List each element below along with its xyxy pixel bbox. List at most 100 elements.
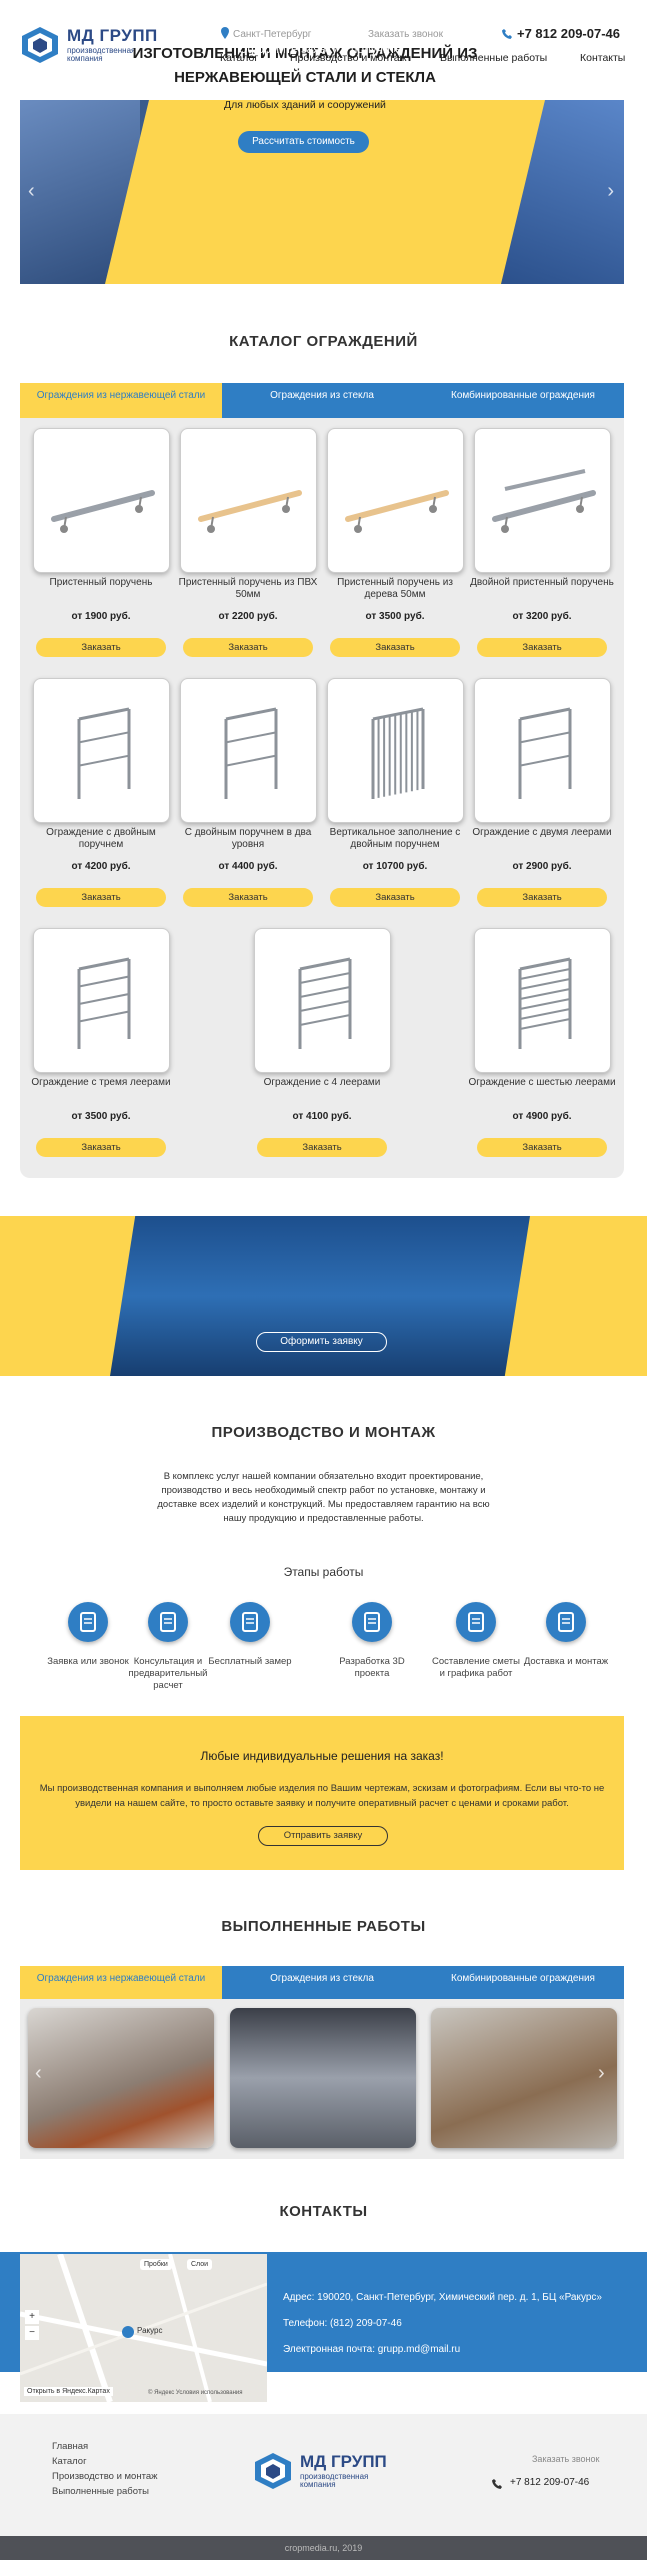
- contact-address: Адрес: 190020, Санкт-Петербург, Химическ…: [283, 2292, 602, 2303]
- slider-prev-icon[interactable]: ‹: [28, 180, 35, 203]
- product-image[interactable]: [474, 678, 611, 823]
- catalog-title: КАТАЛОГ ОГРАЖДЕНИЙ: [229, 333, 418, 350]
- product-image[interactable]: [327, 678, 464, 823]
- slider-next-icon[interactable]: ›: [607, 180, 614, 203]
- product-image[interactable]: [327, 428, 464, 573]
- order-button[interactable]: Заказать: [183, 888, 313, 907]
- map-zoom-out-button[interactable]: −: [25, 2326, 39, 2340]
- calculate-button[interactable]: Рассчитать стоимость: [238, 131, 369, 153]
- cta-text: Оформите заявку и получите бесплатный пр…: [222, 42, 418, 94]
- nav-item-contacts[interactable]: Контакты: [580, 52, 625, 64]
- product-name: Ограждение с 4 леерами: [263, 1077, 381, 1088]
- product-image[interactable]: [474, 428, 611, 573]
- send-request-button[interactable]: Отправить заявку: [258, 1826, 388, 1846]
- stages-title: Этапы работы: [283, 1565, 364, 1579]
- stage-label: Разработка 3D проекта: [339, 1656, 405, 1679]
- order-button[interactable]: Заказать: [36, 638, 166, 657]
- map-traffic-button[interactable]: Пробки: [140, 2259, 172, 2270]
- product-image[interactable]: [33, 428, 170, 573]
- footer-phone[interactable]: +7 812 209-07-46: [510, 2477, 589, 2488]
- cta-banner: [0, 1216, 647, 1376]
- product-image[interactable]: [180, 428, 317, 573]
- cta-photo: [110, 1216, 530, 1376]
- tab-combined[interactable]: Комбинированные ограждения: [422, 383, 624, 418]
- stage-icon: [456, 1602, 496, 1642]
- order-button[interactable]: Заказать: [36, 888, 166, 907]
- city-label: Санкт-Петербург: [233, 29, 312, 40]
- stage-icon: [148, 1602, 188, 1642]
- footer-phone-icon: [492, 2479, 502, 2489]
- work-photo-2[interactable]: [230, 2008, 416, 2148]
- product-image[interactable]: [474, 928, 611, 1073]
- product-image[interactable]: [180, 678, 317, 823]
- order-request-button[interactable]: Оформить заявку: [256, 1332, 387, 1352]
- work-photo-3[interactable]: [431, 2008, 617, 2148]
- product-image[interactable]: [33, 928, 170, 1073]
- contacts-title: КОНТАКТЫ: [279, 2203, 368, 2220]
- product-price: от 3200 руб.: [512, 611, 572, 622]
- phone-icon: [502, 29, 512, 39]
- stage-icon: [352, 1602, 392, 1642]
- hero-slider: ‹ ›: [20, 100, 624, 284]
- footer-logo-subtitle: производственная компания: [300, 2472, 369, 2489]
- product-image[interactable]: [33, 678, 170, 823]
- product-name: Пристенный поручень из ПВХ 50мм: [178, 577, 318, 600]
- product-name: Вертикальное заполнение с двойным поручн…: [329, 827, 461, 850]
- works-title: ВЫПОЛНЕННЫЕ РАБОТЫ: [221, 1918, 426, 1935]
- order-button[interactable]: Заказать: [36, 1138, 166, 1157]
- production-title: ПРОИЗВОДСТВО И МОНТАЖ: [211, 1424, 436, 1441]
- stage-label: Консультация и предварительный расчет: [128, 1656, 208, 1691]
- footer-callback-link[interactable]: Заказать звонок: [532, 2454, 599, 2464]
- tab-steel[interactable]: Ограждения из нержавеющей стали: [20, 383, 222, 418]
- stage-icon: [230, 1602, 270, 1642]
- offer-title: Любые индивидуальные решения на заказ!: [200, 1749, 444, 1763]
- order-button[interactable]: Заказать: [257, 1138, 387, 1157]
- map-place-label: Ракурс: [137, 2326, 163, 2335]
- map-terms[interactable]: © Яндекс Условия использования: [148, 2390, 243, 2396]
- hero-subtitle: Для любых зданий и сооружений: [224, 99, 386, 111]
- order-button[interactable]: Заказать: [330, 638, 460, 657]
- product-name: С двойным поручнем в два уровня: [184, 827, 312, 850]
- footer-logo-title[interactable]: МД ГРУПП: [300, 2452, 387, 2472]
- footer-logo-icon[interactable]: [253, 2451, 293, 2491]
- works-tab-steel[interactable]: Ограждения из нержавеющей стали: [20, 1966, 222, 1999]
- order-button[interactable]: Заказать: [330, 888, 460, 907]
- work-photo-1[interactable]: [28, 2008, 214, 2148]
- contact-phone[interactable]: Телефон: (812) 209-07-46: [283, 2318, 402, 2329]
- footer-link-catalog[interactable]: Каталог: [52, 2456, 87, 2467]
- order-button[interactable]: Заказать: [477, 888, 607, 907]
- product-price: от 10700 руб.: [362, 861, 428, 872]
- product-image[interactable]: [254, 928, 391, 1073]
- logo-icon[interactable]: [20, 25, 60, 65]
- yandex-map[interactable]: Ракурс Пробки Слои + − Открыть в Яндекс.…: [20, 2254, 267, 2402]
- stage-label: Бесплатный замер: [208, 1656, 292, 1667]
- product-price: от 4200 руб.: [71, 861, 131, 872]
- order-button[interactable]: Заказать: [183, 638, 313, 657]
- offer-text: Мы производственная компания и выполняем…: [39, 1783, 605, 1809]
- product-name: Пристенный поручень из дерева 50мм: [337, 577, 453, 600]
- works-prev-icon[interactable]: ‹: [35, 2062, 42, 2085]
- map-open-link[interactable]: Открыть в Яндекс.Картах: [24, 2387, 113, 2396]
- product-price: от 3500 руб.: [71, 1111, 131, 1122]
- product-price: от 4100 руб.: [292, 1111, 352, 1122]
- contact-email[interactable]: Электронная почта: grupp.md@mail.ru: [283, 2344, 460, 2355]
- product-price: от 3500 руб.: [365, 611, 425, 622]
- footer-link-home[interactable]: Главная: [52, 2441, 88, 2452]
- works-next-icon[interactable]: ›: [598, 2062, 605, 2085]
- tab-glass[interactable]: Ограждения из стекла: [222, 383, 422, 418]
- stage-icon: [68, 1602, 108, 1642]
- hero-banner: [105, 100, 545, 284]
- map-layers-button[interactable]: Слои: [187, 2259, 213, 2270]
- footer-link-works[interactable]: Выполненные работы: [52, 2486, 149, 2497]
- footer-link-production[interactable]: Производство и монтаж: [52, 2471, 157, 2482]
- stage-label: Доставка и монтаж: [523, 1656, 609, 1667]
- product-price: от 2200 руб.: [218, 611, 278, 622]
- map-zoom-in-button[interactable]: +: [25, 2310, 39, 2324]
- product-price: от 4900 руб.: [512, 1111, 572, 1122]
- order-button[interactable]: Заказать: [477, 638, 607, 657]
- callback-link[interactable]: Заказать звонок: [368, 29, 443, 40]
- order-button[interactable]: Заказать: [477, 1138, 607, 1157]
- phone-number[interactable]: +7 812 209-07-46: [517, 26, 620, 41]
- works-tab-combined[interactable]: Комбинированные ограждения: [422, 1966, 624, 1999]
- works-tab-glass[interactable]: Ограждения из стекла: [222, 1966, 422, 1999]
